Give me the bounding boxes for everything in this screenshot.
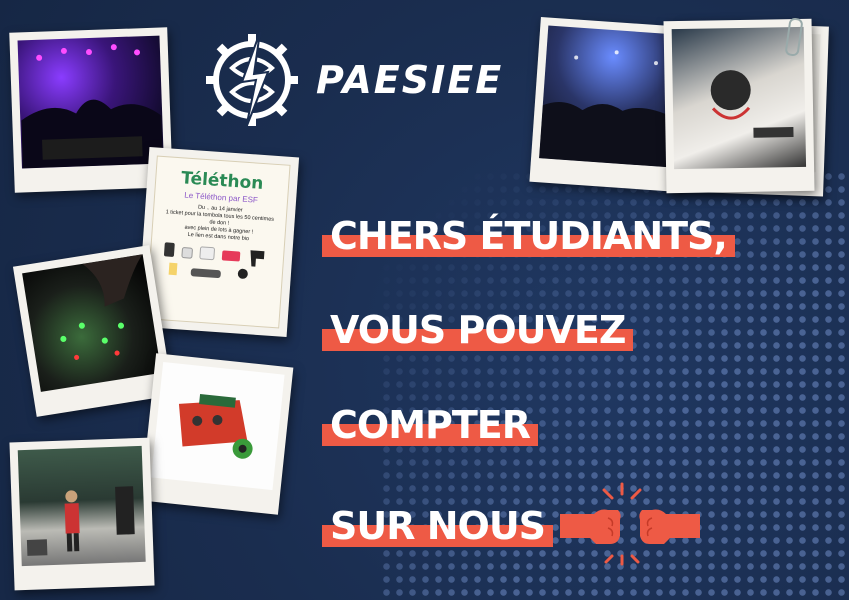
headline-line-4: SUR NOUS (322, 503, 554, 549)
gear-bolt-logo-icon (206, 31, 298, 129)
headline-line-3: COMPTER (322, 402, 538, 448)
headline-line-2: VOUS POUVEZ (322, 307, 634, 353)
headline-line-1: CHERS ÉTUDIANTS, (322, 213, 735, 259)
photo-dj-mixer (12, 245, 174, 417)
fist-bump-icon (560, 482, 700, 566)
telethon-flyer: Téléthon Le Téléthon par ESF Du .. au 14… (136, 146, 300, 338)
poster: Téléthon Le Téléthon par ESF Du .. au 14… (0, 0, 849, 600)
photo-robot (140, 353, 294, 515)
prizes-illustration (163, 242, 265, 280)
brand-name: PAESIEE (316, 58, 504, 102)
photo-lecture-hall (9, 437, 155, 591)
